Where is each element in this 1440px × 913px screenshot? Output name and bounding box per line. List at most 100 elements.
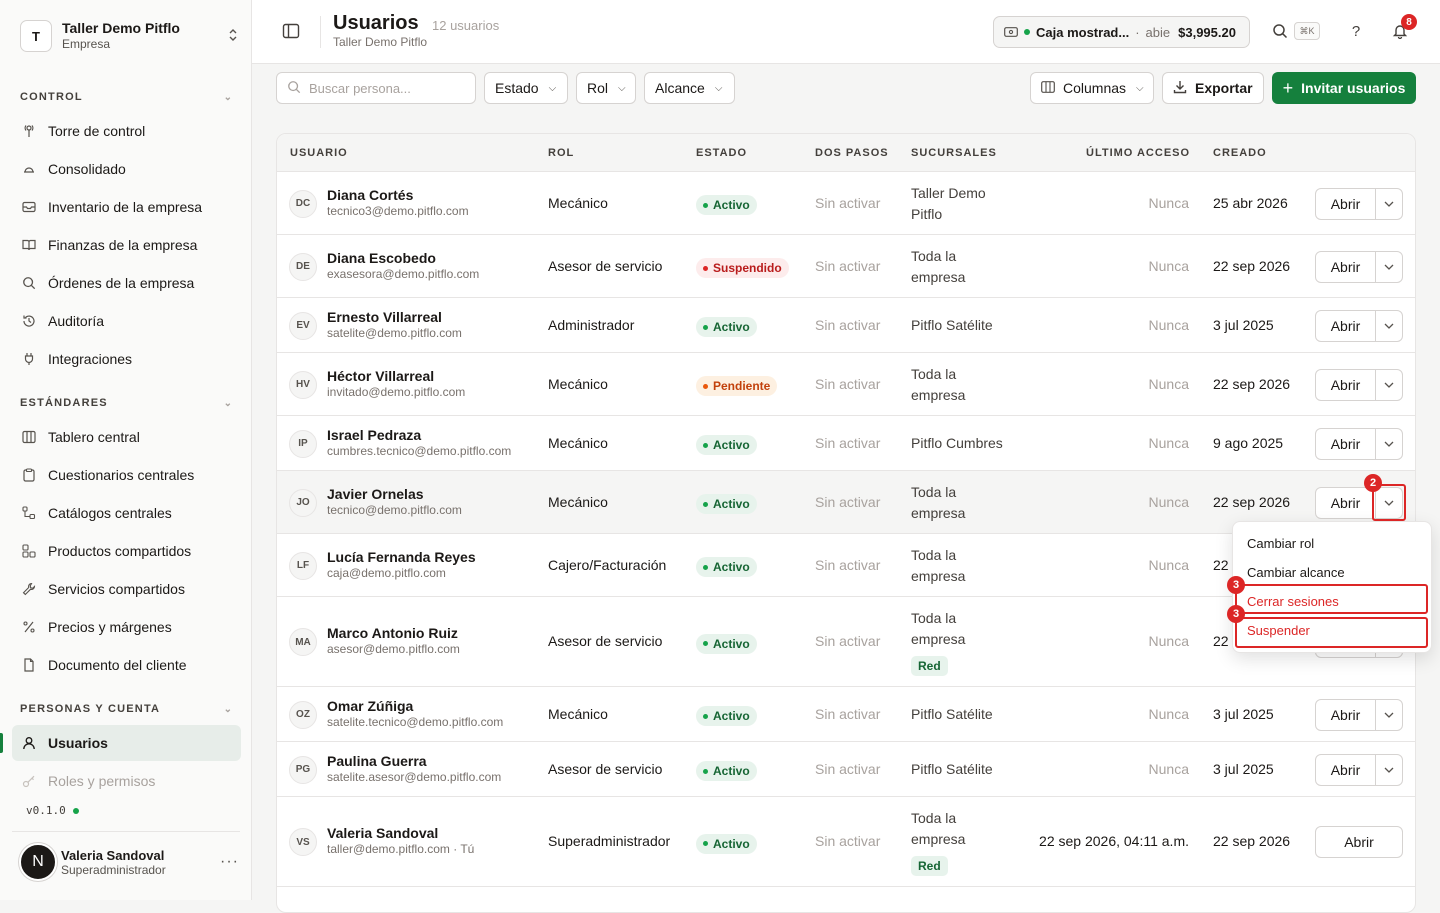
table-row[interactable]: EV Ernesto Villarreal satelite@demo.pitf… bbox=[277, 298, 1415, 353]
table-row[interactable]: OZ Omar Zúñiga satelite.tecnico@demo.pit… bbox=[277, 687, 1415, 742]
chevron-down-icon: ⌄ bbox=[223, 397, 232, 409]
chevron-down-icon[interactable] bbox=[1376, 370, 1402, 400]
sidebar-item-integraciones[interactable]: Integraciones bbox=[12, 341, 241, 377]
created-date: 22 bbox=[1213, 633, 1229, 649]
chevron-down-icon[interactable] bbox=[1376, 755, 1402, 785]
search-icon[interactable] bbox=[1271, 22, 1289, 40]
col-dos-pasos[interactable]: DOS PASOS bbox=[815, 147, 889, 159]
sidebar-item-inventario-de-la-empresa[interactable]: Inventario de la empresa bbox=[12, 189, 241, 225]
open-button[interactable]: Abrir bbox=[1316, 754, 1376, 785]
sidebar-item-torre-de-control[interactable]: Torre de control bbox=[12, 113, 241, 149]
sidebar-item-roles-y-permisos[interactable]: Roles y permisos bbox=[12, 763, 241, 799]
sidebar-item-productos-compartidos[interactable]: Productos compartidos bbox=[12, 533, 241, 569]
chevron-down-icon[interactable] bbox=[1376, 429, 1402, 459]
sidebar-item-catalogos-centrales[interactable]: Catálogos centrales bbox=[12, 495, 241, 531]
section-control[interactable]: CONTROL ⌄ bbox=[20, 89, 232, 105]
col-usuario[interactable]: USUARIO bbox=[290, 147, 348, 159]
user-email: satelite.asesor@demo.pitflo.com bbox=[327, 769, 502, 784]
section-personas[interactable]: PERSONAS Y CUENTA ⌄ bbox=[20, 701, 232, 717]
user-name[interactable]: Diana Cortés bbox=[327, 187, 469, 204]
help-icon[interactable]: ? bbox=[1347, 22, 1365, 40]
sidebar-item-documento-del-cliente[interactable]: Documento del cliente bbox=[12, 647, 241, 683]
user-name[interactable]: Ernesto Villarreal bbox=[327, 309, 462, 326]
chevron-down-icon[interactable] bbox=[1376, 311, 1402, 341]
cash-icon bbox=[1004, 25, 1018, 40]
user-name[interactable]: Israel Pedraza bbox=[327, 427, 511, 444]
open-button[interactable]: Abrir bbox=[1316, 487, 1376, 518]
invite-users-button[interactable]: + Invitar usuarios bbox=[1272, 72, 1416, 104]
open-button[interactable]: Abrir bbox=[1316, 188, 1376, 219]
user-cell: Paulina Guerra satelite.asesor@demo.pitf… bbox=[327, 753, 501, 785]
user-name[interactable]: Diana Escobedo bbox=[327, 250, 479, 267]
col-creado[interactable]: CREADO bbox=[1213, 147, 1267, 159]
section-estandares[interactable]: ESTÁNDARES ⌄ bbox=[20, 395, 232, 411]
chevron-down-icon[interactable] bbox=[1376, 252, 1402, 282]
user-name[interactable]: Lucía Fernanda Reyes bbox=[327, 549, 476, 566]
export-button[interactable]: Exportar bbox=[1162, 72, 1264, 104]
col-rol[interactable]: ROL bbox=[548, 147, 574, 159]
user-name[interactable]: Héctor Villarreal bbox=[327, 368, 465, 385]
open-button[interactable]: Abrir bbox=[1316, 699, 1376, 730]
cash-register-button[interactable]: Caja mostrad... · abie $3,995.20 bbox=[993, 16, 1250, 48]
user-name[interactable]: Paulina Guerra bbox=[327, 753, 501, 770]
open-button[interactable]: Abrir bbox=[1316, 428, 1376, 459]
user-role: Mecánico bbox=[548, 194, 608, 211]
estado-filter[interactable]: Estado ⌵ bbox=[484, 72, 568, 104]
user-name[interactable]: Marco Antonio Ruiz bbox=[327, 625, 460, 642]
sidebar-item-precios-y-margenes[interactable]: Precios y márgenes bbox=[12, 609, 241, 645]
sidebar-item-auditoria[interactable]: Auditoría bbox=[12, 303, 241, 339]
col-estado[interactable]: ESTADO bbox=[696, 147, 747, 159]
sidebar-item-finanzas-de-la-empresa[interactable]: Finanzas de la empresa bbox=[12, 227, 241, 263]
chevron-down-icon[interactable] bbox=[1376, 700, 1402, 730]
divider bbox=[12, 831, 240, 832]
export-label: Exportar bbox=[1195, 80, 1253, 96]
sidebar-item-tablero-central[interactable]: Tablero central bbox=[12, 419, 241, 455]
user-name[interactable]: Javier Ornelas bbox=[327, 486, 462, 503]
open-button[interactable]: Abrir bbox=[1316, 369, 1376, 400]
status-dot bbox=[1024, 29, 1030, 35]
sidebar-item-label: Inventario de la empresa bbox=[48, 199, 203, 215]
open-button[interactable]: Abrir bbox=[1315, 826, 1403, 858]
sidebar-item-cuestionarios-centrales[interactable]: Cuestionarios centrales bbox=[12, 457, 241, 493]
search-input[interactable] bbox=[309, 80, 469, 96]
table-row[interactable]: VS Valeria Sandoval taller@demo.pitflo.c… bbox=[277, 797, 1415, 887]
sidebar: T Taller Demo Pitflo Empresa CONTROL ⌄ To… bbox=[0, 0, 252, 900]
table-row[interactable]: PG Paulina Guerra satelite.asesor@demo.p… bbox=[277, 742, 1415, 797]
search-field[interactable] bbox=[276, 72, 476, 104]
sidebar-item-usuarios[interactable]: Usuarios bbox=[12, 725, 241, 761]
menu-change-scope[interactable]: Cambiar alcance bbox=[1247, 565, 1345, 580]
branches-cell: Taller Demo Pitflo bbox=[911, 183, 986, 225]
sidebar-item-label: Precios y márgenes bbox=[48, 619, 172, 635]
columns-icon bbox=[1041, 80, 1055, 96]
sidebar-item-label: Integraciones bbox=[48, 351, 133, 367]
page-title: Usuarios bbox=[333, 12, 419, 34]
sidebar-toggle-icon[interactable] bbox=[282, 22, 300, 40]
sidebar-item-ordenes-de-la-empresa[interactable]: Órdenes de la empresa bbox=[12, 265, 241, 301]
user-name[interactable]: Omar Zúñiga bbox=[327, 698, 503, 715]
open-button[interactable]: Abrir bbox=[1316, 251, 1376, 282]
table-row[interactable]: HV Héctor Villarreal invitado@demo.pitfl… bbox=[277, 353, 1415, 416]
two-step-status: Sin activar bbox=[815, 493, 881, 510]
chevron-down-icon: ⌄ bbox=[223, 703, 232, 715]
sidebar-item-servicios-compartidos[interactable]: Servicios compartidos bbox=[12, 571, 241, 607]
sidebar-item-consolidado[interactable]: Consolidado bbox=[12, 151, 241, 187]
chevron-down-icon[interactable] bbox=[1376, 189, 1402, 219]
org-switcher[interactable]: T Taller Demo Pitflo Empresa bbox=[20, 18, 240, 54]
col-ultimo-acceso[interactable]: ÚLTIMO ACCESO bbox=[1086, 147, 1190, 159]
menu-change-role[interactable]: Cambiar rol bbox=[1247, 536, 1314, 551]
table-row[interactable]: DE Diana Escobedo exasesora@demo.pitflo.… bbox=[277, 235, 1415, 298]
col-sucursales[interactable]: SUCURSALES bbox=[911, 147, 997, 159]
current-user[interactable]: N Valeria Sandoval Superadministrador ··… bbox=[19, 842, 239, 882]
org-type: Empresa bbox=[62, 37, 111, 51]
table-row[interactable]: IP Israel Pedraza cumbres.tecnico@demo.p… bbox=[277, 416, 1415, 471]
status-label: Activo bbox=[713, 709, 750, 723]
table-row[interactable]: DC Diana Cortés tecnico3@demo.pitflo.com… bbox=[277, 172, 1415, 235]
chevron-down-icon: ⌵ bbox=[714, 82, 723, 94]
more-icon[interactable]: ··· bbox=[220, 853, 239, 871]
alcance-filter[interactable]: Alcance ⌵ bbox=[644, 72, 735, 104]
status-badge: Pendiente bbox=[696, 376, 778, 396]
rol-filter[interactable]: Rol ⌵ bbox=[576, 72, 636, 104]
user-name[interactable]: Valeria Sandoval bbox=[327, 825, 474, 842]
open-button[interactable]: Abrir bbox=[1316, 310, 1376, 341]
columns-button[interactable]: Columnas ⌵ bbox=[1030, 72, 1154, 104]
